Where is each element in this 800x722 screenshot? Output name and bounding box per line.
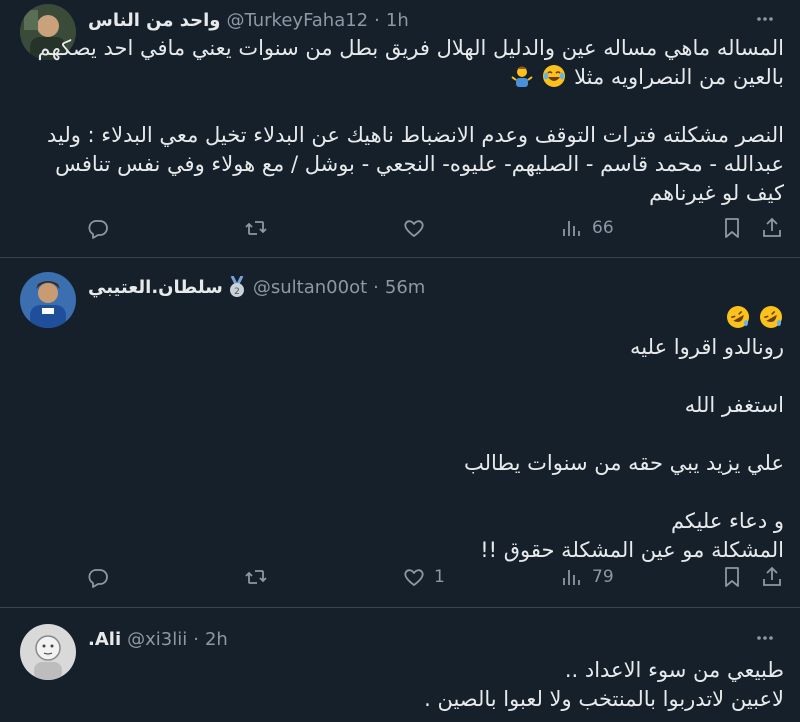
like-count: 1 (434, 567, 445, 587)
tweet-text-line: كيف لو غيرناهم (649, 181, 784, 205)
timestamp[interactable]: 2h (205, 629, 228, 650)
tweet-header: Ali. @xi3lii · 2h (88, 625, 228, 653)
views-chart-icon (563, 221, 580, 236)
tweet-text-line: عبدالله - محمد قاسم - الصليهم- عليوه- ال… (55, 152, 784, 176)
bookmark-button[interactable] (720, 213, 744, 243)
tweet-text-line: لاعبين لاتدربوا بالمنتخب ولا لعبوا بالصي… (424, 687, 784, 711)
views-button[interactable]: 66 (560, 213, 614, 243)
tweet-actions: 1 79 (84, 562, 784, 592)
tweet-text-line-with-emoji (464, 304, 784, 333)
user-handle[interactable]: @TurkeyFaha12 (226, 10, 368, 31)
tweet-3[interactable]: Ali. @xi3lii · 2h طبيعي من سوء الاعداد .… (0, 608, 800, 722)
views-count: 79 (592, 567, 614, 587)
face-with-tears-of-joy-emoji (542, 64, 566, 96)
heart-icon (404, 220, 424, 237)
bookmark-icon (725, 567, 739, 587)
medal-badge-icon: 2 (227, 276, 247, 298)
avatar[interactable] (20, 272, 76, 328)
share-button[interactable] (760, 562, 784, 592)
tweet-text-line: المشكلة مو عين المشكلة حقوق !! (480, 538, 784, 562)
tweet-actions: 66 (84, 213, 784, 243)
tweet-text-line: علي يزيد يبي حقه من سنوات يطالب (464, 451, 784, 475)
tweet-text-line: المساله ماهي مساله عين والدليل الهلال فر… (37, 36, 784, 60)
timestamp[interactable]: 1h (386, 10, 409, 31)
tweet-text-segment: بالعين من النصراويه مثلا (574, 65, 784, 89)
avatar[interactable] (20, 624, 76, 680)
like-button[interactable] (402, 213, 434, 243)
bookmark-icon (725, 218, 739, 238)
tweet-text: طبيعي من سوء الاعداد .. لاعبين لاتدربوا … (424, 656, 784, 714)
views-button[interactable]: 79 (560, 562, 614, 592)
tweet-header: واحد من الناس @TurkeyFaha12 · 1h (88, 6, 409, 34)
tweet-text-line: طبيعي من سوء الاعداد .. (564, 658, 784, 682)
share-icon (763, 217, 781, 237)
more-horizontal-icon (757, 17, 773, 21)
display-name[interactable]: سلطان.العتيبي (88, 277, 223, 298)
share-icon (763, 566, 781, 586)
person-shrugging-emoji (510, 64, 534, 96)
heart-icon (404, 569, 424, 586)
more-horizontal-icon (757, 636, 773, 640)
like-button[interactable]: 1 (402, 562, 445, 592)
views-chart-icon (563, 570, 580, 585)
user-handle[interactable]: @xi3lii (127, 629, 187, 650)
tweet-text-line: رونالدو اقروا عليه (630, 335, 784, 359)
tweet-2[interactable]: سلطان.العتيبي 2 @sultan00ot · 56m رونالد… (0, 258, 800, 606)
tweet-text-line-with-emoji: بالعين من النصراويه مثلا (37, 63, 784, 92)
retweet-icon (245, 221, 267, 235)
share-button[interactable] (760, 213, 784, 243)
tweet-header: سلطان.العتيبي 2 @sultan00ot · 56m (88, 273, 425, 301)
tweet-1[interactable]: واحد من الناس @TurkeyFaha12 · 1h المساله… (0, 0, 800, 256)
svg-text:2: 2 (234, 287, 240, 297)
more-options-button[interactable] (752, 6, 778, 32)
tweet-text-line: استغفر الله (684, 393, 784, 417)
tweet-text-line: النصر مشكلته فترات التوقف وعدم الانضباط … (46, 123, 784, 147)
more-options-button[interactable] (752, 625, 778, 651)
tweet-text-line: و دعاء عليكم (670, 509, 784, 533)
retweet-button[interactable] (244, 213, 276, 243)
reply-button[interactable] (86, 213, 118, 243)
views-count: 66 (592, 218, 614, 238)
retweet-button[interactable] (244, 562, 276, 592)
reply-icon (88, 569, 108, 588)
bookmark-button[interactable] (720, 562, 744, 592)
tweet-text: رونالدو اقروا عليه استغفر الله علي يزيد … (464, 304, 784, 565)
display-name[interactable]: Ali. (88, 629, 121, 650)
reply-icon (88, 220, 108, 239)
retweet-icon (245, 570, 267, 584)
separator-dot: · (373, 276, 379, 298)
separator-dot: · (374, 9, 380, 31)
separator-dot: · (193, 628, 199, 650)
reply-button[interactable] (86, 562, 118, 592)
display-name[interactable]: واحد من الناس (88, 10, 220, 31)
timestamp[interactable]: 56m (385, 277, 425, 298)
tweet-text: المساله ماهي مساله عين والدليل الهلال فر… (37, 34, 784, 208)
user-handle[interactable]: @sultan00ot (253, 277, 367, 298)
